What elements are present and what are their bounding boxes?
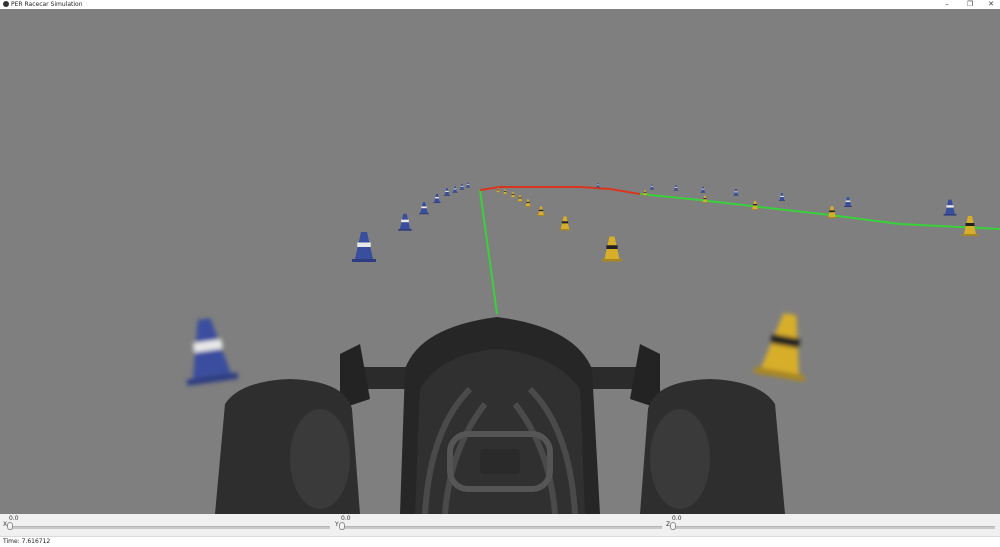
- slider-z-thumb[interactable]: [670, 522, 676, 530]
- racecar-body: [215, 317, 785, 514]
- slider-y-thumb[interactable]: [339, 522, 345, 530]
- close-button[interactable]: ✕: [982, 0, 1000, 9]
- slider-y-track[interactable]: [342, 526, 662, 529]
- planned-path: [479, 186, 1000, 315]
- minimize-icon: –: [945, 0, 949, 8]
- app-icon: [3, 1, 9, 7]
- maximize-button[interactable]: ❐: [961, 0, 979, 9]
- slider-x-track[interactable]: [10, 526, 330, 529]
- slider-x-thumb[interactable]: [7, 522, 13, 530]
- slider-x-value: 0.0: [9, 515, 19, 522]
- close-icon: ✕: [988, 0, 994, 8]
- status-bar: Time: 7.616712: [0, 536, 1000, 547]
- slider-z-value: 0.0: [672, 515, 682, 522]
- simulation-time: Time: 7.616712: [3, 538, 51, 545]
- minimize-button[interactable]: –: [938, 0, 956, 9]
- title-bar: PER Racecar Simulation – ❐ ✕: [0, 0, 1000, 9]
- maximize-icon: ❐: [966, 0, 974, 8]
- window-title: PER Racecar Simulation: [11, 1, 83, 8]
- slider-y-value: 0.0: [341, 515, 351, 522]
- slider-z-track[interactable]: [673, 526, 995, 529]
- scene-render: [178, 182, 1000, 514]
- simulation-viewport[interactable]: [0, 9, 1000, 514]
- rotation-sliders: X 0.0 Y 0.0 Z 0.0: [0, 514, 1000, 536]
